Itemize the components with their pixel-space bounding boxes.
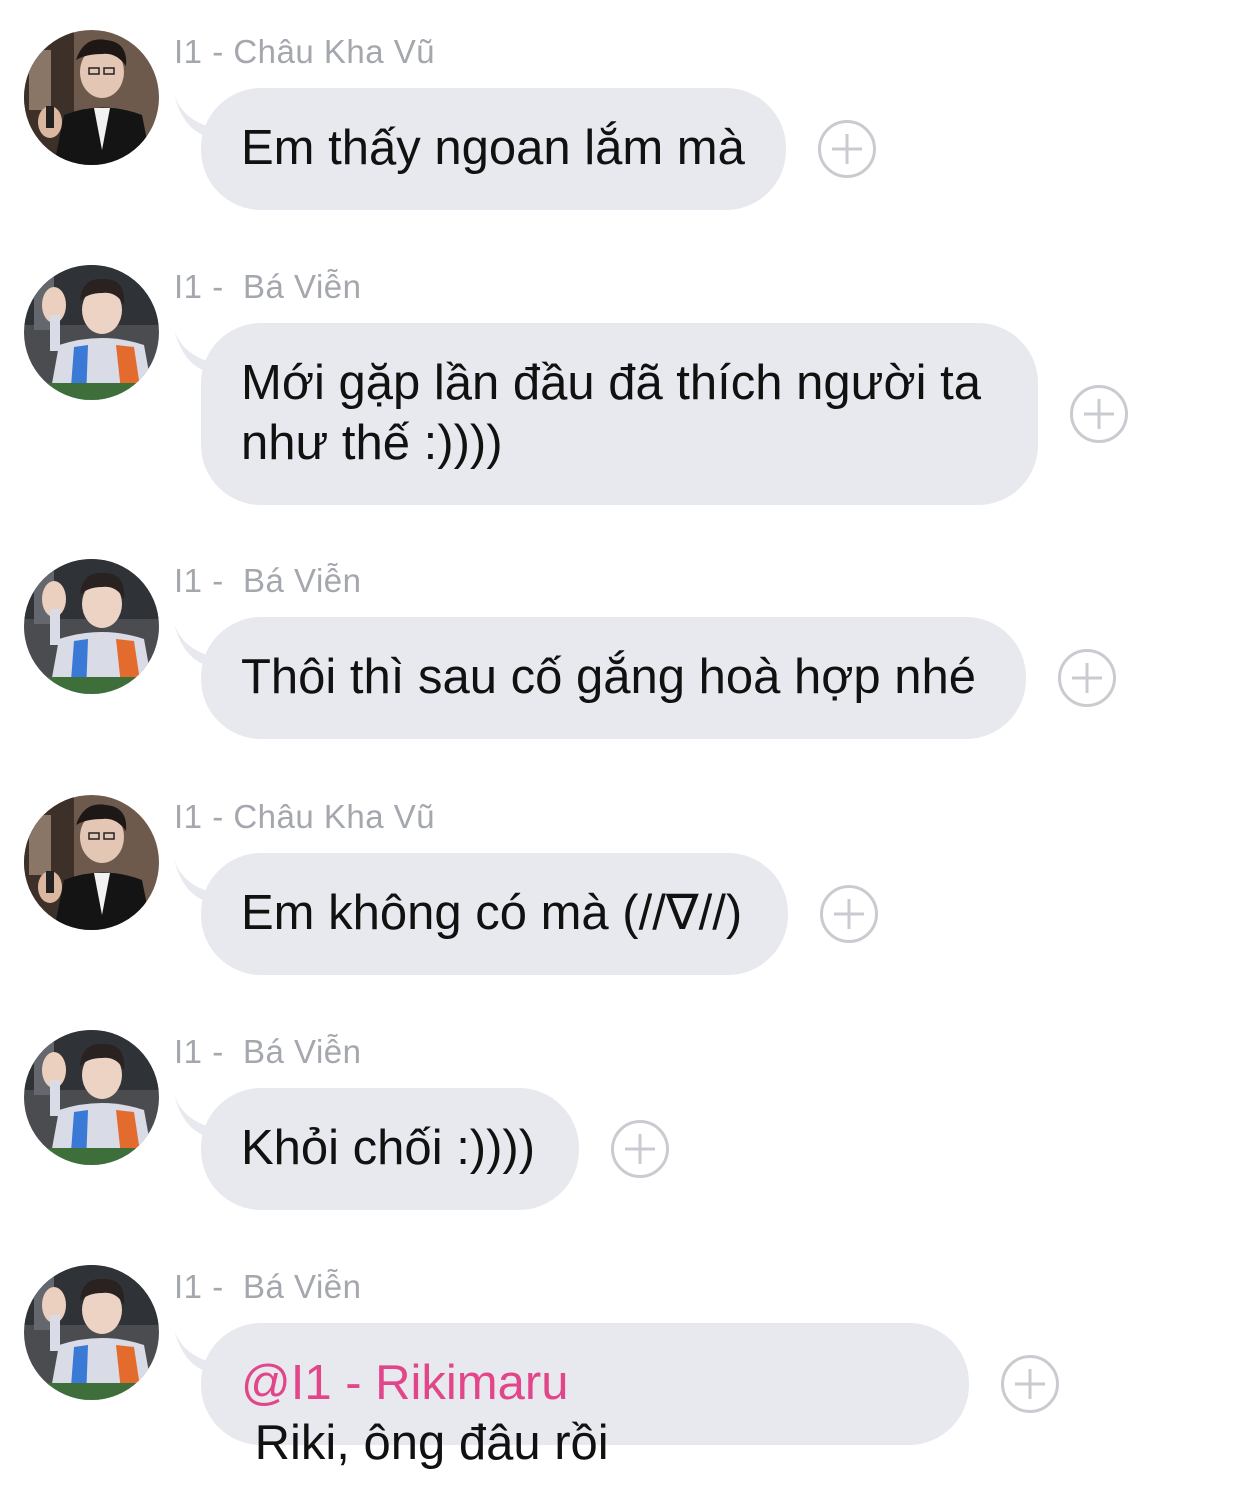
message-row: I1 - Châu Kha Vũ Em không có mà (//∇//): [0, 795, 1242, 985]
avatar[interactable]: [24, 265, 159, 400]
sender-name: I1 - Bá Viễn: [174, 268, 362, 305]
add-reaction-icon[interactable]: [1070, 385, 1128, 443]
message-text: Em thấy ngoan lắm mà: [241, 121, 745, 175]
message-bubble[interactable]: Em không có mà (//∇//): [201, 853, 788, 975]
message-row: I1 - Bá Viễn @I1 - Rikimaru Riki, ông đâ…: [0, 1265, 1242, 1470]
message-text: Khỏi chối :)))): [241, 1121, 536, 1175]
sender-name: I1 - Châu Kha Vũ: [174, 798, 436, 835]
message-text: Riki, ông đâu rồi: [241, 1416, 609, 1470]
message-bubble[interactable]: Thôi thì sau cố gắng hoà hợp nhé: [201, 617, 1026, 739]
message-bubble[interactable]: Em thấy ngoan lắm mà: [201, 88, 786, 210]
message-row: I1 - Bá Viễn Thôi thì sau cố gắng hoà hợ…: [0, 559, 1242, 749]
message-bubble[interactable]: Khỏi chối :)))): [201, 1088, 579, 1210]
avatar[interactable]: [24, 1265, 159, 1400]
user-mention-link[interactable]: @I1 - Rikimaru: [241, 1356, 568, 1410]
add-reaction-icon[interactable]: [818, 120, 876, 178]
add-reaction-icon[interactable]: [611, 1120, 669, 1178]
avatar[interactable]: [24, 30, 159, 165]
message-row: I1 - Châu Kha Vũ Em thấy ngoan lắm mà: [0, 30, 1242, 220]
sender-name: I1 - Bá Viễn: [174, 1033, 362, 1070]
message-bubble[interactable]: Mới gặp lần đầu đã thích người ta như th…: [201, 323, 1038, 505]
add-reaction-icon[interactable]: [1058, 649, 1116, 707]
avatar[interactable]: [24, 795, 159, 930]
sender-name: I1 - Bá Viễn: [174, 562, 362, 599]
message-row: I1 - Bá Viễn Mới gặp lần đầu đã thích ng…: [0, 265, 1242, 515]
message-text: Em không có mà (//∇//): [241, 886, 743, 940]
message-text: Thôi thì sau cố gắng hoà hợp nhé: [241, 650, 976, 704]
message-text-line: như thế :)))): [241, 416, 503, 470]
add-reaction-icon[interactable]: [1001, 1355, 1059, 1413]
message-bubble[interactable]: @I1 - Rikimaru Riki, ông đâu rồi: [201, 1323, 969, 1470]
avatar[interactable]: [24, 559, 159, 694]
sender-name: I1 - Bá Viễn: [174, 1268, 362, 1305]
message-text-line: Mới gặp lần đầu đã thích người ta: [241, 356, 981, 410]
add-reaction-icon[interactable]: [820, 885, 878, 943]
avatar[interactable]: [24, 1030, 159, 1165]
message-row: I1 - Bá Viễn Khỏi chối :)))): [0, 1030, 1242, 1220]
sender-name: I1 - Châu Kha Vũ: [174, 33, 436, 70]
